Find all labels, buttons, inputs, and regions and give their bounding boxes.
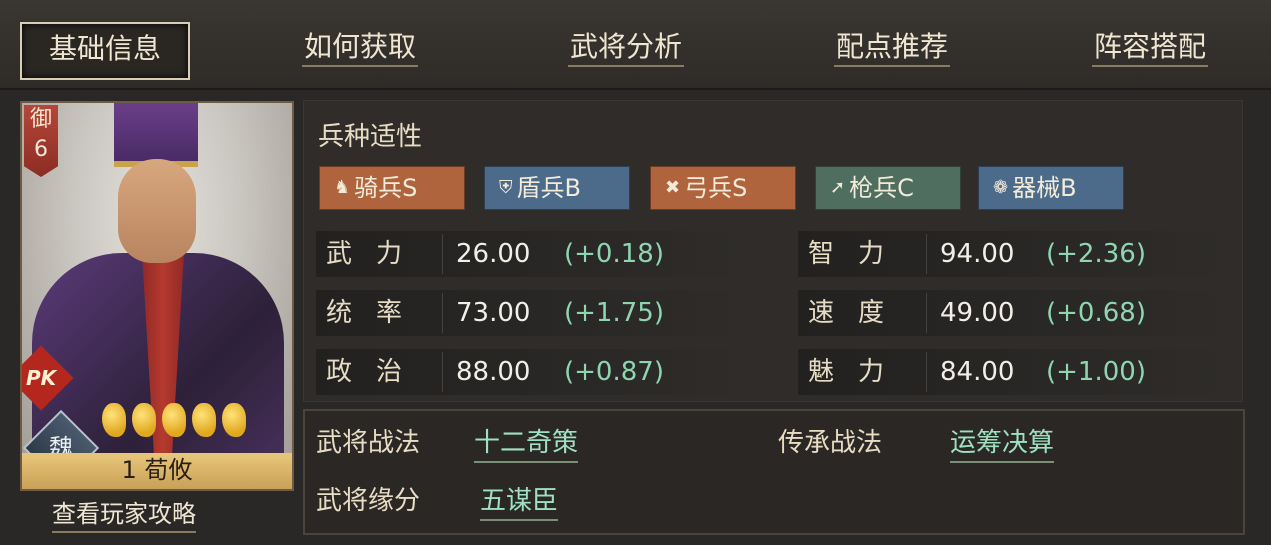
- view-strategy-link[interactable]: 查看玩家攻略: [52, 494, 196, 533]
- shield-icon: ⛨: [499, 177, 513, 198]
- bond-label: 武将缘分: [316, 486, 421, 516]
- troop-cavalry: ♞ 骑兵S: [319, 166, 465, 210]
- star-icon: [102, 403, 126, 437]
- tab-label: 如何获取: [301, 30, 418, 67]
- stat-label: 统率: [326, 298, 427, 328]
- stat-value: 88.00: [456, 357, 531, 387]
- horse-icon: ♞: [334, 177, 351, 198]
- tactic-link[interactable]: 十二奇策: [474, 422, 579, 463]
- troop-aptitude-title: 兵种适性: [318, 122, 423, 152]
- face-shape: [118, 159, 196, 263]
- tab-label: 阵容搭配: [1091, 30, 1208, 67]
- tab-lineup[interactable]: 阵容搭配: [1076, 22, 1224, 76]
- stat-value: 26.00: [456, 239, 531, 269]
- stat-growth: (+1.00): [1046, 357, 1146, 387]
- tab-label: 配点推荐: [833, 30, 950, 67]
- stat-row-charm: 魅力 84.00 (+1.00): [798, 349, 1226, 395]
- pk-label: PK: [25, 366, 57, 390]
- stat-label: 速度: [808, 298, 909, 328]
- general-name: 1 荀攸: [22, 453, 292, 489]
- star-icon: [222, 403, 246, 437]
- skills-panel: [303, 409, 1245, 535]
- divider: [442, 234, 443, 274]
- hat-shape: [114, 103, 198, 167]
- tab-label: 基础信息: [48, 32, 161, 65]
- troop-label: 弓兵S: [684, 174, 748, 202]
- stat-growth: (+2.36): [1046, 239, 1146, 269]
- gear-icon: ❁: [993, 177, 1009, 198]
- troop-archer: ✖ 弓兵S: [650, 166, 796, 210]
- troop-label: 盾兵B: [516, 174, 581, 202]
- star-icon: [132, 403, 156, 437]
- star-icon: [192, 403, 216, 437]
- tab-how-to-get[interactable]: 如何获取: [286, 22, 434, 76]
- spear-icon: ➚: [830, 177, 846, 198]
- troop-siege: ❁ 器械B: [978, 166, 1124, 210]
- tab-label: 武将分析: [567, 30, 684, 67]
- stat-growth: (+0.18): [564, 239, 664, 269]
- troop-label: 器械B: [1012, 174, 1077, 202]
- divider: [926, 234, 927, 274]
- stat-value: 49.00: [940, 298, 1015, 328]
- general-card[interactable]: 御 6 PK 魏 1 荀攸: [20, 101, 294, 491]
- troop-label: 骑兵S: [354, 174, 418, 202]
- troop-label: 枪兵C: [849, 174, 914, 202]
- bond-link[interactable]: 五谋臣: [480, 480, 559, 521]
- bow-icon: ✖: [665, 177, 681, 198]
- badge-label: 御: [29, 107, 52, 132]
- stat-row-command: 统率 73.00 (+1.75): [316, 290, 744, 336]
- badge-number: 6: [34, 137, 48, 162]
- stat-growth: (+0.87): [564, 357, 664, 387]
- divider: [442, 293, 443, 333]
- tab-point-recommend[interactable]: 配点推荐: [818, 22, 966, 76]
- stat-growth: (+0.68): [1046, 298, 1146, 328]
- stat-label: 武力: [326, 239, 427, 269]
- tab-bar: 基础信息 如何获取 武将分析 配点推荐 阵容搭配: [0, 0, 1271, 90]
- tab-general-analysis[interactable]: 武将分析: [552, 22, 700, 76]
- tab-basic-info[interactable]: 基础信息: [20, 22, 190, 80]
- stat-row-force: 武力 26.00 (+0.18): [316, 231, 744, 277]
- stat-growth: (+1.75): [564, 298, 664, 328]
- stat-value: 84.00: [940, 357, 1015, 387]
- troop-spear: ➚ 枪兵C: [815, 166, 961, 210]
- divider: [926, 293, 927, 333]
- stat-value: 73.00: [456, 298, 531, 328]
- stat-label: 魅力: [808, 357, 909, 387]
- stat-row-politics: 政治 88.00 (+0.87): [316, 349, 744, 395]
- stat-row-intelligence: 智力 94.00 (+2.36): [798, 231, 1226, 277]
- stat-label: 智力: [808, 239, 909, 269]
- stat-value: 94.00: [940, 239, 1015, 269]
- divider: [442, 352, 443, 392]
- troop-shield: ⛨ 盾兵B: [484, 166, 630, 210]
- inherit-tactic-link[interactable]: 运筹决算: [950, 422, 1055, 463]
- star-rating: [102, 403, 246, 443]
- tactic-label: 武将战法: [316, 428, 421, 458]
- stat-label: 政治: [326, 357, 427, 387]
- stat-row-speed: 速度 49.00 (+0.68): [798, 290, 1226, 336]
- divider: [926, 352, 927, 392]
- inherit-tactic-label: 传承战法: [778, 428, 883, 458]
- rank-badge: 御 6: [24, 105, 58, 177]
- star-icon: [162, 403, 186, 437]
